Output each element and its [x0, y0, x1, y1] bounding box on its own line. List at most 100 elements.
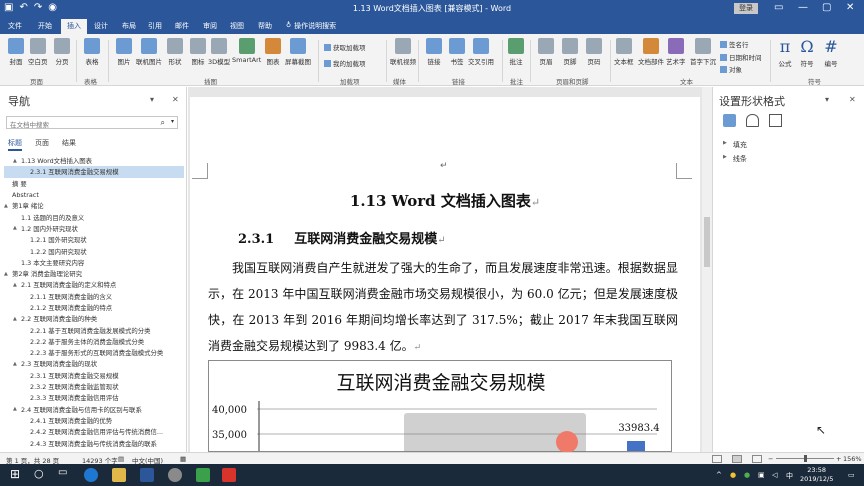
pane-options-icon[interactable]: ▾	[825, 95, 829, 104]
nav-heading-item[interactable]: ▲ 2.4 互联网消费金融与信用卡的区别与联系	[4, 404, 184, 415]
quick-parts-button[interactable]: 文档部件	[638, 38, 664, 66]
screenshot-button[interactable]: 屏幕截图	[285, 38, 311, 66]
nav-heading-item[interactable]: 2.3.3 互联网消费金融信用评估	[4, 392, 184, 403]
cross-reference-button[interactable]: 交叉引用	[468, 38, 494, 66]
volume-icon[interactable]: ◁	[772, 471, 777, 479]
symbol-button[interactable]: Ω 符号	[798, 38, 816, 69]
text-box-button[interactable]: 文本框	[614, 38, 634, 66]
nav-heading-item[interactable]: 1.2.1 国外研究现状	[4, 234, 184, 245]
proofing-icon[interactable]: ▤	[118, 455, 124, 463]
nav-heading-item[interactable]: ▲ 2.1 互联网消费金融的定义和特点	[4, 279, 184, 290]
pane-close-icon[interactable]: ✕	[849, 95, 856, 104]
nav-heading-item[interactable]: 2.3.1 互联网消费金融交易规模	[4, 166, 184, 178]
online-pictures-button[interactable]: 联机图片	[136, 38, 162, 66]
shapes-button[interactable]: 形状	[167, 38, 183, 66]
task-view-icon[interactable]: ▭	[58, 467, 72, 481]
zoom-level[interactable]: 156%	[843, 455, 862, 463]
chevron-down-icon[interactable]: ▾	[171, 118, 174, 125]
3d-models-button[interactable]: 3D模型	[208, 38, 230, 66]
nav-heading-item[interactable]: 2.2.3 基于服务形式的互联网消费金融模式分类	[4, 347, 184, 358]
tell-me-search[interactable]: ♁ 操作说明搜索	[286, 21, 336, 31]
tab-mailings[interactable]: 邮件	[175, 21, 189, 31]
ime-indicator[interactable]: 中	[786, 471, 793, 481]
nav-heading-item[interactable]: 2.2.2 基于服务主体的消费金融模式分类	[4, 336, 184, 347]
document-title[interactable]: 1.13 Word 文档插入图表↵	[190, 190, 700, 211]
nav-heading-item[interactable]: Abstract	[4, 189, 184, 200]
fill-section[interactable]: ▶ 填充	[723, 140, 747, 150]
tab-view[interactable]: 视图	[230, 21, 244, 31]
body-paragraph[interactable]: 我国互联网消费自产生就迸发了强大的生命了，而且发展速度非常迅速。根据数据显示，在…	[208, 255, 678, 361]
wechat-icon[interactable]	[196, 468, 210, 482]
word-icon[interactable]	[140, 468, 154, 482]
date-time-button[interactable]: 日期和时间	[720, 52, 762, 62]
ribbon-display-options-icon[interactable]: ▭	[774, 2, 783, 13]
close-icon[interactable]: ✕	[846, 2, 854, 13]
nav-heading-item[interactable]: ▲ 1.2 国内外研究现状	[4, 223, 184, 234]
nav-heading-item[interactable]: ▲ 1.13 Word文档插入图表	[4, 155, 184, 166]
nav-heading-item[interactable]: ▲ 第1章 绪论	[4, 200, 184, 211]
tray-chevron-icon[interactable]: ^	[716, 471, 722, 479]
drop-cap-button[interactable]: 首字下沉	[690, 38, 716, 66]
collapse-icon[interactable]: ▲	[13, 282, 21, 288]
nav-heading-item[interactable]: ▲ 第2章 消费金融理论研究	[4, 268, 184, 279]
collapse-icon[interactable]: ▲	[13, 316, 21, 322]
comment-button[interactable]: 批注	[508, 38, 524, 66]
tab-layout[interactable]: 布局	[122, 21, 136, 31]
login-button[interactable]: 登录	[734, 3, 758, 14]
recorder-icon[interactable]	[222, 468, 236, 482]
tray-app-icon[interactable]: ●	[730, 471, 736, 479]
nav-heading-item[interactable]: 2.4.2 互联网消费金融信用评估与传统消费信...	[4, 426, 184, 437]
nav-heading-item[interactable]: 2.4.3 互联网消费金融与传统消费金融的联系	[4, 437, 184, 448]
nav-tab-headings[interactable]: 标题	[8, 138, 22, 151]
icons-button[interactable]: 图标	[190, 38, 206, 66]
vertical-scrollbar[interactable]	[702, 87, 712, 452]
size-properties-icon[interactable]	[769, 114, 782, 127]
get-addins-button[interactable]: 获取加载项	[324, 42, 366, 52]
footer-button[interactable]: 页脚	[562, 38, 578, 66]
line-section[interactable]: ▶ 线条	[723, 154, 747, 164]
my-addins-button[interactable]: 我的加载项	[324, 58, 366, 68]
network-icon[interactable]: ▣	[758, 471, 765, 479]
zoom-out-icon[interactable]: −	[768, 455, 773, 463]
file-explorer-icon[interactable]	[112, 468, 126, 482]
object-button[interactable]: 对象	[720, 64, 742, 74]
read-mode-icon[interactable]	[712, 455, 722, 463]
start-icon[interactable]: ⊞	[10, 467, 24, 481]
nav-heading-item[interactable]: 2.1.2 互联网消费金融的特点	[4, 302, 184, 313]
tab-insert[interactable]: 插入	[61, 19, 87, 34]
document-page[interactable]: ↵ 1.13 Word 文档插入图表↵ 2.3.1 互联网消费金融交易规模↵ 我国…	[190, 97, 700, 452]
pane-options-icon[interactable]: ▾	[150, 95, 154, 104]
pictures-button[interactable]: 图片	[116, 38, 132, 66]
page-break-button[interactable]: 分页	[54, 38, 70, 66]
nav-heading-item[interactable]: 摘 要	[4, 178, 184, 189]
signature-line-button[interactable]: 签名行	[720, 39, 749, 49]
tab-help[interactable]: 帮助	[258, 21, 272, 31]
nav-search-input[interactable]: 在文档中搜索 ⌕ ▾	[6, 116, 178, 129]
nav-tab-results[interactable]: 结果	[62, 138, 76, 151]
record-button[interactable]	[556, 431, 578, 453]
wordart-button[interactable]: 艺术字	[666, 38, 686, 66]
app-icon[interactable]	[168, 468, 182, 482]
tab-design[interactable]: 设计	[94, 21, 108, 31]
chart-button[interactable]: 图表	[265, 38, 281, 66]
page-number-button[interactable]: 页码	[586, 38, 602, 66]
minimize-icon[interactable]: —	[798, 2, 808, 13]
collapse-icon[interactable]: ▲	[13, 158, 21, 164]
table-button[interactable]: 表格	[84, 38, 100, 66]
online-video-button[interactable]: 联机视频	[390, 38, 416, 66]
notifications-icon[interactable]: ▭	[848, 471, 855, 479]
collapse-icon[interactable]: ▲	[4, 271, 12, 277]
nav-heading-item[interactable]: 1.1 选题的目的及意义	[4, 211, 184, 222]
nav-heading-item[interactable]: 1.3 本文主要研究内容	[4, 257, 184, 268]
nav-heading-item[interactable]: 2.4.1 互联网消费金融的优势	[4, 415, 184, 426]
print-layout-icon[interactable]	[732, 455, 742, 463]
zoom-slider-knob[interactable]	[804, 455, 807, 462]
maximize-icon[interactable]: ▢	[822, 2, 831, 13]
nav-heading-item[interactable]: ▲ 2.2 互联网消费金融的种类	[4, 313, 184, 324]
nav-tab-pages[interactable]: 页面	[35, 138, 49, 151]
cover-page-button[interactable]: 封面	[8, 38, 24, 66]
equation-button[interactable]: π 公式	[776, 38, 794, 69]
tab-review[interactable]: 审阅	[203, 21, 217, 31]
nav-heading-item[interactable]: 2.1.1 互联网消费金融的含义	[4, 291, 184, 302]
effects-icon[interactable]	[746, 114, 759, 127]
